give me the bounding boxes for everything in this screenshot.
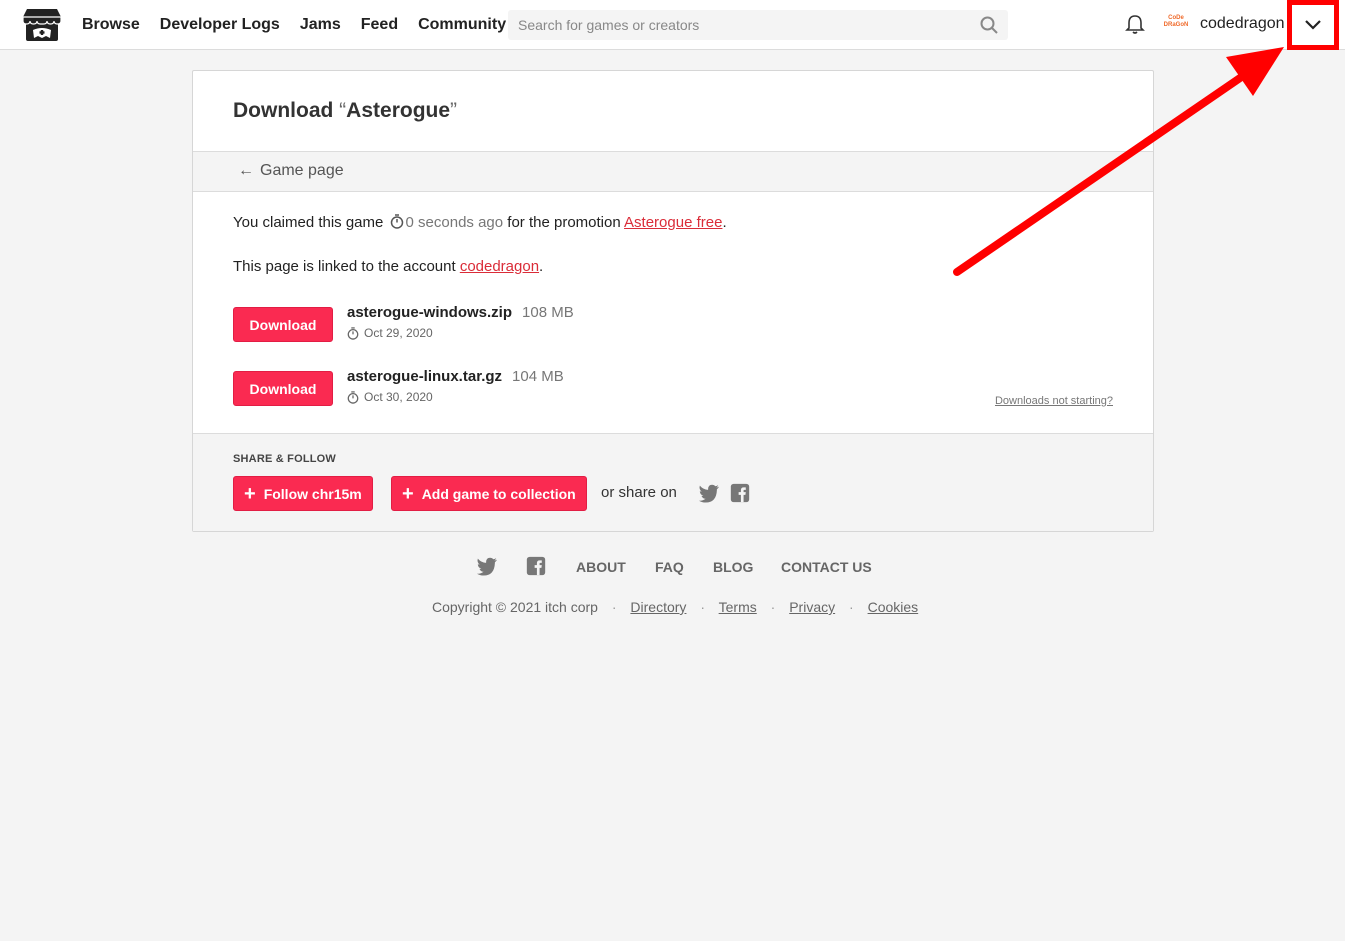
chevron-down-icon (1305, 20, 1321, 30)
user-menu-dropdown-button[interactable] (1287, 0, 1339, 50)
downloads-not-starting-link[interactable]: Downloads not starting? (995, 395, 1113, 407)
nav-feed[interactable]: Feed (361, 16, 398, 34)
back-bar: ← Game page (193, 151, 1153, 192)
stopwatch-icon (347, 326, 359, 340)
plus-icon: + (402, 482, 414, 505)
file-date-linux: Oct 30, 2020 (347, 390, 433, 404)
add-to-collection-label: Add game to collection (421, 485, 576, 502)
footer-blog-link[interactable]: BLOG (713, 559, 753, 575)
footer-contact-link[interactable]: CONTACT US (781, 559, 872, 575)
file-name-linux: asterogue-linux.tar.gz 104 MB (347, 368, 564, 385)
add-to-collection-button[interactable]: + Add game to collection (391, 476, 587, 511)
follow-button-label: Follow chr15m (263, 485, 362, 502)
twitter-share-icon[interactable] (698, 482, 720, 504)
game-page-link[interactable]: ← Game page (238, 162, 344, 180)
download-button-windows[interactable]: Download (233, 307, 333, 342)
linked-account-message: This page is linked to the account coded… (233, 258, 543, 275)
nav-browse[interactable]: Browse (82, 16, 140, 34)
avatar[interactable]: CoDe DRaGoN (1162, 15, 1190, 35)
avatar-text-top: CoDe (1168, 15, 1184, 21)
claim-end: . (722, 214, 727, 231)
share-follow-label: SHARE & FOLLOW (233, 453, 337, 465)
cookies-link[interactable]: Cookies (868, 599, 919, 615)
footer-links: ABOUT FAQ BLOG CONTACT US (0, 555, 1345, 579)
nav-jams[interactable]: Jams (300, 16, 341, 34)
file-date-windows: Oct 29, 2020 (347, 326, 433, 340)
arrow-left-icon: ← (238, 162, 254, 179)
avatar-text-bottom: DRaGoN (1163, 22, 1189, 28)
claim-time: 0 seconds ago (405, 214, 504, 231)
copyright-text: Copyright © 2021 itch corp (432, 599, 598, 615)
claim-text: You claimed this game (233, 214, 384, 231)
account-link[interactable]: codedragon (460, 258, 539, 275)
search-box (508, 10, 1008, 40)
facebook-share-icon[interactable] (729, 482, 751, 504)
copyright-bar: Copyright © 2021 itch corp · Directory ·… (432, 599, 918, 615)
facebook-icon[interactable] (525, 555, 547, 577)
game-page-link-label: Game page (260, 162, 344, 179)
page-title: Download “Asterogue” (233, 99, 457, 123)
separator-dot: · (849, 599, 854, 615)
title-game-name: Asterogue (346, 99, 451, 122)
file-name-text: asterogue-windows.zip (347, 304, 513, 321)
search-input[interactable] (508, 10, 1008, 40)
search-icon[interactable] (980, 16, 998, 34)
share-follow-section: SHARE & FOLLOW + Follow chr15m + Add gam… (193, 433, 1153, 531)
top-header: Browse Developer Logs Jams Feed Communit… (0, 0, 1345, 50)
file-name-windows: asterogue-windows.zip 108 MB (347, 304, 574, 321)
title-prefix: Download (233, 99, 334, 122)
username-label[interactable]: codedragon (1200, 15, 1285, 33)
or-share-label: or share on (601, 484, 677, 501)
file-date-text: Oct 30, 2020 (364, 390, 433, 404)
footer-faq-link[interactable]: FAQ (655, 559, 684, 575)
twitter-icon[interactable] (476, 555, 498, 577)
itch-logo-icon[interactable] (22, 7, 62, 43)
separator-dot: · (611, 599, 617, 615)
separator-dot: · (770, 599, 776, 615)
nav-community[interactable]: Community (418, 16, 506, 34)
stopwatch-icon (347, 390, 359, 404)
file-date-text: Oct 29, 2020 (364, 326, 433, 340)
footer-about-link[interactable]: ABOUT (576, 559, 626, 575)
privacy-link[interactable]: Privacy (789, 599, 835, 615)
notification-bell-icon[interactable] (1124, 13, 1146, 35)
download-card: Download “Asterogue” ← Game page You cla… (192, 70, 1154, 532)
separator-dot: · (700, 599, 705, 615)
nav-developer-logs[interactable]: Developer Logs (160, 16, 280, 34)
claim-message: You claimed this game 0 seconds ago for … (233, 214, 727, 231)
title-close-quote: ” (450, 99, 458, 122)
terms-link[interactable]: Terms (719, 599, 757, 615)
file-size: 104 MB (512, 368, 564, 385)
linked-text: This page is linked to the account (233, 258, 456, 275)
stopwatch-icon (390, 214, 403, 229)
file-size: 108 MB (522, 304, 574, 321)
promotion-link[interactable]: Asterogue free (624, 214, 722, 231)
plus-icon: + (244, 482, 256, 505)
linked-end: . (539, 258, 544, 275)
follow-button[interactable]: + Follow chr15m (233, 476, 373, 511)
download-button-linux[interactable]: Download (233, 371, 333, 406)
main-nav: Browse Developer Logs Jams Feed Communit… (82, 0, 526, 50)
directory-link[interactable]: Directory (630, 599, 686, 615)
claim-text-promo: for the promotion (507, 214, 621, 231)
file-name-text: asterogue-linux.tar.gz (347, 368, 503, 385)
